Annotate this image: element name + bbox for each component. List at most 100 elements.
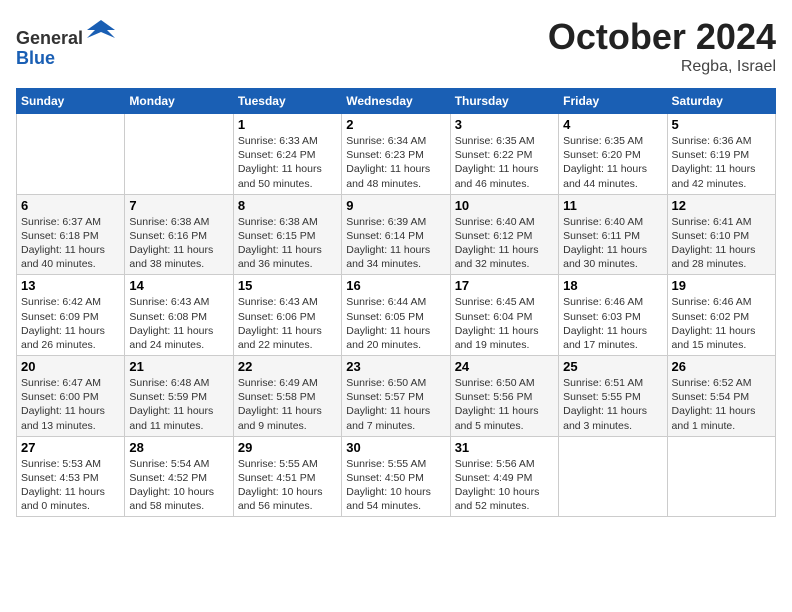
day-number: 2 <box>346 117 445 132</box>
calendar-week-3: 13Sunrise: 6:42 AMSunset: 6:09 PMDayligh… <box>17 275 776 356</box>
day-info: Sunrise: 6:34 AMSunset: 6:23 PMDaylight:… <box>346 134 445 191</box>
day-info: Sunrise: 6:46 AMSunset: 6:02 PMDaylight:… <box>672 295 771 352</box>
day-number: 23 <box>346 359 445 374</box>
day-number: 10 <box>455 198 554 213</box>
day-number: 12 <box>672 198 771 213</box>
day-number: 15 <box>238 278 337 293</box>
calendar-cell: 17 Sunrise: 6:45 AMSunset: 6:04 PMDayligh… <box>450 275 558 356</box>
calendar-cell: 18Sunrise: 6:46 AMSunset: 6:03 PMDayligh… <box>559 275 667 356</box>
day-number: 7 <box>129 198 228 213</box>
day-info: Sunrise: 6:52 AMSunset: 5:54 PMDaylight:… <box>672 376 771 433</box>
day-number: 11 <box>563 198 662 213</box>
day-info: Sunrise: 6:35 AMSunset: 6:20 PMDaylight:… <box>563 134 662 191</box>
day-number: 26 <box>672 359 771 374</box>
day-info: Sunrise: 6:49 AMSunset: 5:58 PMDaylight:… <box>238 376 337 433</box>
day-number: 19 <box>672 278 771 293</box>
calendar-cell: 27 Sunrise: 5:53 AMSunset: 4:53 PMDayligh… <box>17 436 125 517</box>
day-number: 25 <box>563 359 662 374</box>
day-info: Sunrise: 6:44 AMSunset: 6:05 PMDaylight:… <box>346 295 445 352</box>
day-info: Sunrise: 6:35 AMSunset: 6:22 PMDaylight:… <box>455 134 554 191</box>
calendar-header-wednesday: Wednesday <box>342 89 450 114</box>
day-number: 17 <box>455 278 554 293</box>
day-info: Sunrise: 6:41 AMSunset: 6:10 PMDaylight:… <box>672 215 771 272</box>
logo-bird-icon <box>87 16 115 44</box>
logo-blue: Blue <box>16 48 55 68</box>
page-header: General Blue October 2024 Regba, Israel <box>16 16 776 76</box>
calendar-header-sunday: Sunday <box>17 89 125 114</box>
calendar-cell: 23 Sunrise: 6:50 AMSunset: 5:57 PMDayligh… <box>342 356 450 437</box>
calendar-cell: 9 Sunrise: 6:39 AMSunset: 6:14 PMDaylight… <box>342 194 450 275</box>
day-number: 3 <box>455 117 554 132</box>
calendar-cell: 15 Sunrise: 6:43 AMSunset: 6:06 PMDayligh… <box>233 275 341 356</box>
location: Regba, Israel <box>548 58 776 76</box>
day-info: Sunrise: 5:56 AMSunset: 4:49 PMDaylight:… <box>455 457 554 514</box>
day-number: 8 <box>238 198 337 213</box>
calendar-cell: 26 Sunrise: 6:52 AMSunset: 5:54 PMDayligh… <box>667 356 775 437</box>
calendar-cell: 28 Sunrise: 5:54 AMSunset: 4:52 PMDayligh… <box>125 436 233 517</box>
calendar-cell: 31 Sunrise: 5:56 AMSunset: 4:49 PMDayligh… <box>450 436 558 517</box>
day-info: Sunrise: 6:37 AMSunset: 6:18 PMDaylight:… <box>21 215 120 272</box>
calendar-cell <box>559 436 667 517</box>
title-block: October 2024 Regba, Israel <box>548 16 776 76</box>
calendar-cell: 12 Sunrise: 6:41 AMSunset: 6:10 PMDayligh… <box>667 194 775 275</box>
day-number: 28 <box>129 440 228 455</box>
day-number: 30 <box>346 440 445 455</box>
calendar-header-thursday: Thursday <box>450 89 558 114</box>
calendar-week-5: 27 Sunrise: 5:53 AMSunset: 4:53 PMDayligh… <box>17 436 776 517</box>
calendar-header-tuesday: Tuesday <box>233 89 341 114</box>
calendar-cell: 19 Sunrise: 6:46 AMSunset: 6:02 PMDayligh… <box>667 275 775 356</box>
day-info: Sunrise: 6:43 AMSunset: 6:06 PMDaylight:… <box>238 295 337 352</box>
calendar-header-friday: Friday <box>559 89 667 114</box>
day-info: Sunrise: 6:50 AMSunset: 5:57 PMDaylight:… <box>346 376 445 433</box>
calendar-week-2: 6Sunrise: 6:37 AMSunset: 6:18 PMDaylight… <box>17 194 776 275</box>
day-info: Sunrise: 6:43 AMSunset: 6:08 PMDaylight:… <box>129 295 228 352</box>
day-info: Sunrise: 6:36 AMSunset: 6:19 PMDaylight:… <box>672 134 771 191</box>
calendar-table: SundayMondayTuesdayWednesdayThursdayFrid… <box>16 88 776 517</box>
calendar-header-monday: Monday <box>125 89 233 114</box>
day-number: 14 <box>129 278 228 293</box>
calendar-cell: 7 Sunrise: 6:38 AMSunset: 6:16 PMDaylight… <box>125 194 233 275</box>
calendar-cell: 10 Sunrise: 6:40 AMSunset: 6:12 PMDayligh… <box>450 194 558 275</box>
calendar-cell: 3 Sunrise: 6:35 AMSunset: 6:22 PMDaylight… <box>450 114 558 195</box>
day-number: 9 <box>346 198 445 213</box>
day-info: Sunrise: 5:55 AMSunset: 4:50 PMDaylight:… <box>346 457 445 514</box>
day-info: Sunrise: 6:51 AMSunset: 5:55 PMDaylight:… <box>563 376 662 433</box>
calendar-cell: 1Sunrise: 6:33 AMSunset: 6:24 PMDaylight… <box>233 114 341 195</box>
calendar-cell: 25 Sunrise: 6:51 AMSunset: 5:55 PMDayligh… <box>559 356 667 437</box>
calendar-cell: 8 Sunrise: 6:38 AMSunset: 6:15 PMDaylight… <box>233 194 341 275</box>
day-info: Sunrise: 5:53 AMSunset: 4:53 PMDaylight:… <box>21 457 120 514</box>
calendar-cell: 20Sunrise: 6:47 AMSunset: 6:00 PMDayligh… <box>17 356 125 437</box>
calendar-header-saturday: Saturday <box>667 89 775 114</box>
calendar-cell: 5Sunrise: 6:36 AMSunset: 6:19 PMDaylight… <box>667 114 775 195</box>
day-number: 13 <box>21 278 120 293</box>
calendar-week-4: 20Sunrise: 6:47 AMSunset: 6:00 PMDayligh… <box>17 356 776 437</box>
calendar-cell: 29Sunrise: 5:55 AMSunset: 4:51 PMDayligh… <box>233 436 341 517</box>
calendar-cell <box>17 114 125 195</box>
day-info: Sunrise: 6:33 AMSunset: 6:24 PMDaylight:… <box>238 134 337 191</box>
day-info: Sunrise: 6:38 AMSunset: 6:16 PMDaylight:… <box>129 215 228 272</box>
calendar-header-row: SundayMondayTuesdayWednesdayThursdayFrid… <box>17 89 776 114</box>
calendar-cell: 24Sunrise: 6:50 AMSunset: 5:56 PMDayligh… <box>450 356 558 437</box>
calendar-cell: 14 Sunrise: 6:43 AMSunset: 6:08 PMDayligh… <box>125 275 233 356</box>
day-info: Sunrise: 6:38 AMSunset: 6:15 PMDaylight:… <box>238 215 337 272</box>
calendar-cell: 6Sunrise: 6:37 AMSunset: 6:18 PMDaylight… <box>17 194 125 275</box>
calendar-cell: 11Sunrise: 6:40 AMSunset: 6:11 PMDayligh… <box>559 194 667 275</box>
day-info: Sunrise: 5:54 AMSunset: 4:52 PMDaylight:… <box>129 457 228 514</box>
day-number: 20 <box>21 359 120 374</box>
day-info: Sunrise: 6:45 AMSunset: 6:04 PMDaylight:… <box>455 295 554 352</box>
calendar-cell: 21Sunrise: 6:48 AMSunset: 5:59 PMDayligh… <box>125 356 233 437</box>
day-info: Sunrise: 6:39 AMSunset: 6:14 PMDaylight:… <box>346 215 445 272</box>
day-number: 18 <box>563 278 662 293</box>
day-number: 27 <box>21 440 120 455</box>
calendar-cell <box>125 114 233 195</box>
day-number: 16 <box>346 278 445 293</box>
day-number: 31 <box>455 440 554 455</box>
calendar-cell: 2 Sunrise: 6:34 AMSunset: 6:23 PMDaylight… <box>342 114 450 195</box>
calendar-cell: 16 Sunrise: 6:44 AMSunset: 6:05 PMDayligh… <box>342 275 450 356</box>
day-info: Sunrise: 6:50 AMSunset: 5:56 PMDaylight:… <box>455 376 554 433</box>
calendar-cell: 4Sunrise: 6:35 AMSunset: 6:20 PMDaylight… <box>559 114 667 195</box>
day-info: Sunrise: 6:40 AMSunset: 6:12 PMDaylight:… <box>455 215 554 272</box>
calendar-cell: 30 Sunrise: 5:55 AMSunset: 4:50 PMDayligh… <box>342 436 450 517</box>
logo-general: General <box>16 28 83 48</box>
day-number: 21 <box>129 359 228 374</box>
